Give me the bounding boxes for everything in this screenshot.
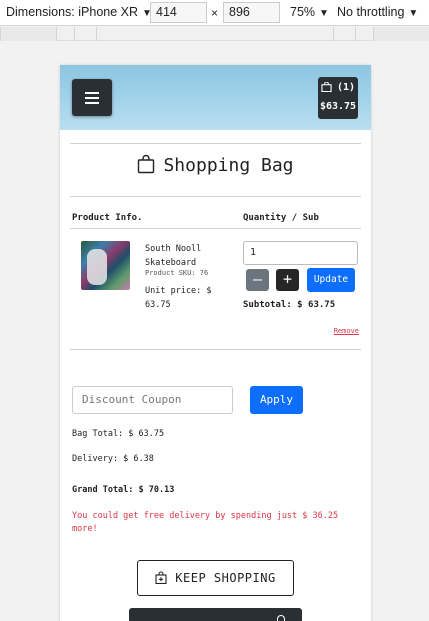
device-viewport: (1) $63.75 Shopping Bag Product Info. Qu… (60, 65, 371, 621)
hamburger-icon (85, 102, 99, 104)
plus-icon: + (282, 270, 293, 288)
bag-icon (138, 154, 155, 174)
page-title: Shopping Bag (60, 154, 371, 176)
lock-icon (277, 615, 285, 621)
unit-price: Unit price: $ 63.75 (145, 286, 212, 310)
ruler-segment[interactable] (373, 27, 429, 41)
dimensions-label: Dimensions: iPhone XR (6, 5, 139, 19)
hamburger-icon (85, 92, 99, 94)
product-sku: Product SKU: 76 (145, 269, 209, 277)
throttling-dropdown[interactable]: No throttling ▼ (337, 5, 418, 19)
media-query-ruler (0, 27, 429, 41)
ruler-segment[interactable] (333, 27, 355, 41)
apply-button[interactable]: Apply (250, 386, 303, 414)
increment-button[interactable]: + (276, 269, 299, 291)
subtotal: Subtotal: $ 63.75 (243, 300, 336, 310)
divider (70, 143, 361, 144)
update-button[interactable]: Update (307, 268, 355, 292)
quantity-input[interactable]: 1 (243, 241, 358, 265)
chevron-down-icon: ▼ (319, 8, 329, 19)
product-name: South Nooll Skateboard (145, 244, 202, 268)
secure-checkout-button[interactable] (129, 608, 302, 621)
bag-icon (321, 82, 332, 92)
dimensions-dropdown[interactable]: Dimensions: iPhone XR ▼ (6, 5, 152, 19)
col-header-product: Product Info. (72, 213, 143, 223)
skateboard-deck (87, 249, 107, 285)
page-title-text: Shopping Bag (163, 155, 294, 176)
ruler-segment[interactable] (56, 27, 74, 41)
cart-count: (1) (337, 82, 356, 93)
bag-plus-icon (155, 571, 167, 585)
decrement-button[interactable]: – (246, 269, 269, 291)
zoom-label: 75% (290, 5, 316, 19)
minus-icon: – (252, 270, 263, 288)
devtools-toolbar: Dimensions: iPhone XR ▼ 414 × 896 75% ▼ No… (0, 0, 429, 26)
cart-button[interactable]: (1) $63.75 (318, 77, 358, 119)
divider (70, 349, 361, 350)
free-delivery-message: You could get free delivery by spending … (72, 511, 339, 534)
keep-shopping-button[interactable]: KEEP SHOPPING (137, 560, 294, 596)
delivery-cost: Delivery: $ 6.38 (72, 454, 154, 464)
divider (70, 196, 361, 197)
site-header: (1) $63.75 (60, 65, 371, 130)
bag-total: Bag Total: $ 63.75 (72, 429, 165, 439)
remove-link[interactable]: Remove (334, 327, 359, 335)
height-input[interactable]: 896 (223, 2, 280, 23)
divider (70, 228, 361, 229)
coupon-input[interactable]: Discount Coupon (72, 386, 233, 414)
col-header-quantity: Quantity / Sub (243, 213, 319, 223)
ruler-segment[interactable] (96, 27, 333, 41)
keep-shopping-label: KEEP SHOPPING (175, 571, 276, 585)
grand-total: Grand Total: $ 70.13 (72, 485, 175, 495)
hamburger-icon (85, 97, 99, 99)
menu-button[interactable] (72, 79, 112, 116)
throttling-label: No throttling (337, 5, 405, 19)
ruler-segment[interactable] (0, 27, 56, 41)
width-input[interactable]: 414 (150, 2, 207, 23)
product-image (81, 241, 130, 290)
cart-total: $63.75 (319, 101, 357, 112)
ruler-segment[interactable] (355, 27, 373, 41)
chevron-down-icon: ▼ (408, 8, 419, 19)
ruler-segment[interactable] (74, 27, 96, 41)
zoom-dropdown[interactable]: 75% ▼ (290, 5, 329, 19)
times-separator: × (211, 6, 219, 20)
